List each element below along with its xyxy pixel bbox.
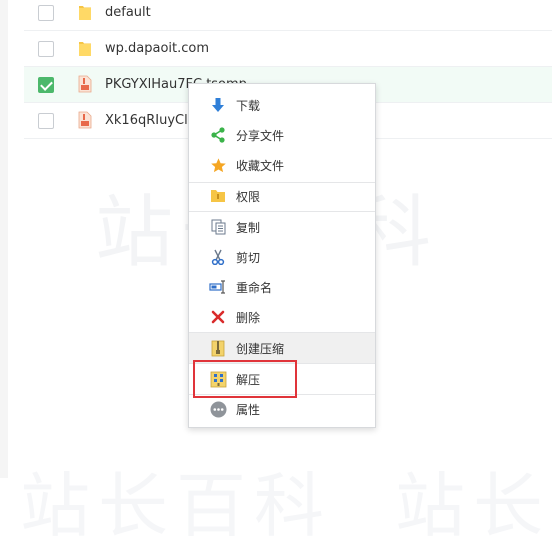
file-name[interactable]: wp.dapaoit.com xyxy=(105,41,209,56)
menu-item-properties[interactable]: 属性 xyxy=(189,394,375,424)
menu-item-share[interactable]: 分享文件 xyxy=(189,120,375,150)
folder-icon xyxy=(79,42,91,56)
menu-item-label: 重命名 xyxy=(236,280,273,295)
file-name[interactable]: default xyxy=(105,5,151,20)
menu-item-label: 收藏文件 xyxy=(236,158,285,173)
left-panel-edge xyxy=(0,0,8,478)
star-icon xyxy=(209,156,227,174)
rename-icon xyxy=(209,278,227,296)
download-icon xyxy=(209,96,227,114)
file-row[interactable]: wp.dapaoit.com xyxy=(24,31,552,67)
menu-item-delete[interactable]: 删除 xyxy=(189,302,375,332)
menu-item-cut[interactable]: 剪切 xyxy=(189,242,375,272)
menu-item-label: 分享文件 xyxy=(236,128,285,143)
folder-icon xyxy=(79,6,91,20)
file-checkbox-checked[interactable] xyxy=(38,76,54,93)
properties-icon xyxy=(209,400,227,418)
menu-item-label: 权限 xyxy=(236,189,261,204)
file-checkbox[interactable] xyxy=(38,112,54,129)
watermark-bottom-right: 站长百科 xyxy=(395,465,552,547)
menu-item-label: 创建压缩 xyxy=(236,341,285,356)
folder-permission-icon xyxy=(209,187,227,205)
menu-item-label: 删除 xyxy=(236,310,261,325)
menu-item-label: 下载 xyxy=(236,98,261,113)
menu-item-label: 复制 xyxy=(236,220,261,235)
menu-item-create-archive[interactable]: 创建压缩 xyxy=(189,333,375,363)
annotation-highlight-box xyxy=(193,360,297,398)
file-checkbox[interactable] xyxy=(38,4,54,21)
menu-item-permission[interactable]: 权限 xyxy=(189,181,375,211)
file-checkbox[interactable] xyxy=(38,40,54,57)
menu-item-label: 属性 xyxy=(236,402,261,417)
copy-icon xyxy=(209,218,227,236)
file-row[interactable]: default xyxy=(24,0,552,31)
archive-file-icon xyxy=(78,75,92,93)
file-name[interactable]: Xk16qRIuyClE. xyxy=(105,113,200,128)
menu-item-download[interactable]: 下载 xyxy=(189,90,375,120)
menu-item-copy[interactable]: 复制 xyxy=(189,212,375,242)
menu-item-label: 剪切 xyxy=(236,250,261,265)
share-icon xyxy=(209,126,227,144)
archive-file-icon xyxy=(78,111,92,129)
watermark-bottom-left: 站长百科 xyxy=(20,465,332,547)
menu-item-rename[interactable]: 重命名 xyxy=(189,272,375,302)
scissors-icon xyxy=(209,248,227,266)
zip-create-icon xyxy=(209,339,227,357)
menu-item-favorite[interactable]: 收藏文件 xyxy=(189,150,375,180)
delete-x-icon xyxy=(209,308,227,326)
